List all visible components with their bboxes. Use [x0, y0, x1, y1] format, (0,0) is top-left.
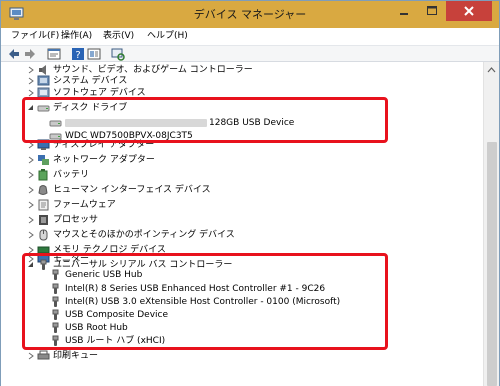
- vertical-scrollbar[interactable]: [483, 62, 499, 386]
- properties-icon[interactable]: [47, 47, 61, 61]
- device-manager-window: デバイス マネージャー ファイル(F) 操作(A) 表示(V) ヘルプ(H) ?…: [0, 0, 500, 386]
- tree-label: プロセッサ: [53, 215, 99, 225]
- collapse-arrow-icon[interactable]: [27, 104, 35, 112]
- tree-item-firmware[interactable]: ファームウェア: [1, 197, 481, 213]
- tree-label: ディスプレイ アダプター: [53, 140, 155, 150]
- expand-arrow-icon[interactable]: [27, 156, 35, 164]
- firmware-icon: [38, 199, 49, 211]
- tree-item-software[interactable]: ソフトウェア デバイス: [1, 85, 481, 101]
- tree-item-print-queue[interactable]: 印刷キュー: [1, 348, 481, 364]
- redacted-name: [65, 119, 207, 127]
- menu-bar: ファイル(F) 操作(A) 表示(V) ヘルプ(H): [1, 28, 499, 45]
- svg-text:?: ?: [75, 50, 80, 61]
- disk-drive-icon: [37, 105, 50, 112]
- tree-item-processor[interactable]: プロセッサ: [1, 212, 481, 228]
- menu-file[interactable]: ファイル(F): [7, 28, 63, 45]
- tree-item-display[interactable]: ディスプレイ アダプター: [1, 137, 481, 153]
- tree-item-disk-drives[interactable]: ディスク ドライブ: [1, 100, 481, 116]
- close-button[interactable]: [446, 1, 492, 21]
- tree-label: USB ルート ハブ (xHCI): [65, 336, 166, 346]
- minimize-icon: [400, 13, 408, 15]
- battery-icon: [38, 169, 48, 181]
- menu-action[interactable]: 操作(A): [57, 28, 96, 45]
- usb-icon: [52, 269, 59, 280]
- view-icon[interactable]: [87, 47, 101, 61]
- maximize-button[interactable]: [418, 1, 446, 21]
- mouse-icon: [39, 229, 48, 241]
- expand-arrow-icon[interactable]: [27, 186, 35, 194]
- tree-label: ソフトウェア デバイス: [53, 88, 146, 98]
- menu-view[interactable]: 表示(V): [99, 28, 138, 45]
- usb-icon: [52, 335, 59, 346]
- expand-arrow-icon[interactable]: [27, 231, 35, 239]
- tree-label: ヒューマン インターフェイス デバイス: [53, 185, 211, 195]
- tree-item-usb-child[interactable]: USB ルート ハブ (xHCI): [1, 333, 481, 349]
- title-bar[interactable]: デバイス マネージャー: [1, 1, 499, 28]
- tree-item-mouse[interactable]: マウスとそのほかのポインティング デバイス: [1, 227, 481, 243]
- forward-icon[interactable]: [23, 47, 37, 61]
- device-tree: サウンド、ビデオ、およびゲーム コントローラー システム デバイス ソフトウェア…: [1, 62, 483, 386]
- scrollbar-thumb[interactable]: [487, 142, 497, 386]
- back-icon[interactable]: [7, 47, 21, 61]
- software-icon: [37, 87, 50, 98]
- display-adapter-icon: [37, 139, 50, 150]
- expand-arrow-icon[interactable]: [27, 89, 35, 97]
- expand-arrow-icon[interactable]: [27, 352, 35, 360]
- expand-arrow-icon[interactable]: [27, 141, 35, 149]
- tree-label: ネットワーク アダプター: [53, 155, 155, 165]
- tree-label: マウスとそのほかのポインティング デバイス: [53, 230, 235, 240]
- minimize-button[interactable]: [390, 1, 418, 21]
- tree-label: バッテリ: [53, 170, 90, 180]
- maximize-icon: [427, 6, 437, 15]
- printer-icon: [37, 350, 50, 360]
- tree-item-battery[interactable]: バッテリ: [1, 167, 481, 183]
- expand-arrow-icon[interactable]: [27, 171, 35, 179]
- tree-label: 印刷キュー: [53, 351, 99, 361]
- network-icon: [38, 155, 49, 165]
- scan-icon[interactable]: [111, 47, 125, 61]
- expand-arrow-icon[interactable]: [27, 216, 35, 224]
- toolbar: ?: [1, 45, 499, 62]
- scroll-up-icon[interactable]: [484, 62, 499, 78]
- help-icon[interactable]: ?: [71, 47, 85, 61]
- tree-item-network[interactable]: ネットワーク アダプター: [1, 152, 481, 168]
- tree-label: ディスク ドライブ: [53, 103, 128, 113]
- close-icon: [464, 6, 474, 16]
- tree-item-hid[interactable]: ヒューマン インターフェイス デバイス: [1, 182, 481, 198]
- hid-icon: [38, 185, 48, 195]
- processor-icon: [39, 215, 48, 225]
- expand-arrow-icon[interactable]: [27, 77, 35, 85]
- tree-label: ファームウェア: [53, 200, 116, 210]
- menu-help[interactable]: ヘルプ(H): [143, 28, 192, 45]
- expand-arrow-icon[interactable]: [27, 201, 35, 209]
